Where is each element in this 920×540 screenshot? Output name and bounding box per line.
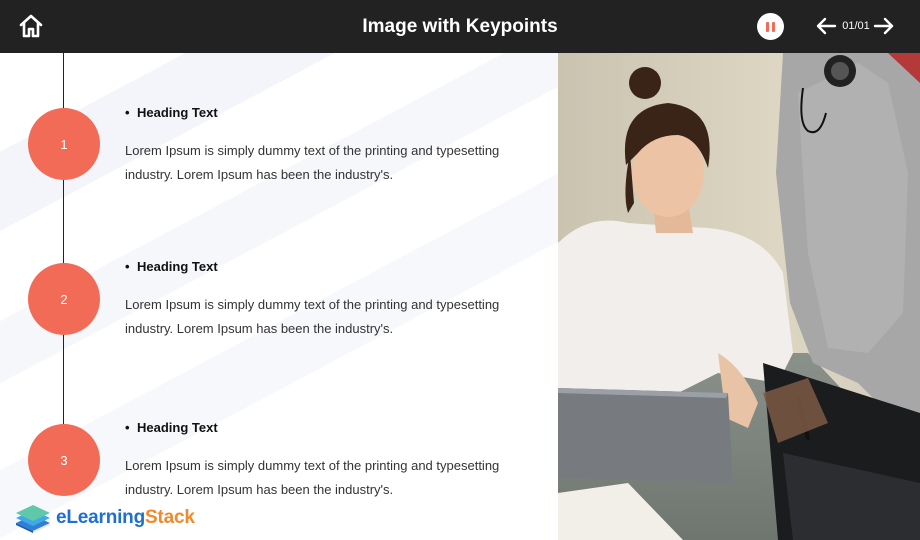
elearningstack-logo: eLearningStack (14, 502, 195, 534)
page-indicator: 01/01 (842, 20, 870, 32)
books-stack-icon (16, 505, 50, 533)
keypoint-1-text: Lorem Ipsum is simply dummy text of the … (125, 143, 500, 182)
keypoint-2-text: Lorem Ipsum is simply dummy text of the … (125, 297, 500, 336)
top-bar: Image with Keypoints 01/01 (0, 0, 920, 53)
keypoint-2-heading: • Heading Text (125, 259, 218, 274)
previous-button[interactable] (814, 14, 838, 38)
keypoint-3-marker[interactable]: 3 (28, 424, 100, 496)
keypoint-1-marker[interactable]: 1 (28, 108, 100, 180)
logo-text: eLearningStack (56, 507, 195, 528)
arrow-left-icon (816, 17, 837, 35)
next-button[interactable] (872, 14, 896, 38)
arrow-right-icon (873, 17, 894, 35)
home-icon (19, 14, 43, 38)
keypoint-3-text: Lorem Ipsum is simply dummy text of the … (125, 458, 500, 497)
keypoints-panel: 1 • Heading Text Lorem Ipsum is simply du… (0, 53, 558, 540)
keypoints-photo (558, 53, 920, 540)
keypoint-1-heading: • Heading Text (125, 105, 218, 120)
photo-illustration (558, 53, 920, 540)
pause-button[interactable] (757, 13, 784, 40)
pause-icon (766, 21, 769, 32)
home-button[interactable] (14, 9, 48, 43)
keypoint-2-marker[interactable]: 2 (28, 263, 100, 335)
keypoint-3-heading: • Heading Text (125, 420, 218, 435)
